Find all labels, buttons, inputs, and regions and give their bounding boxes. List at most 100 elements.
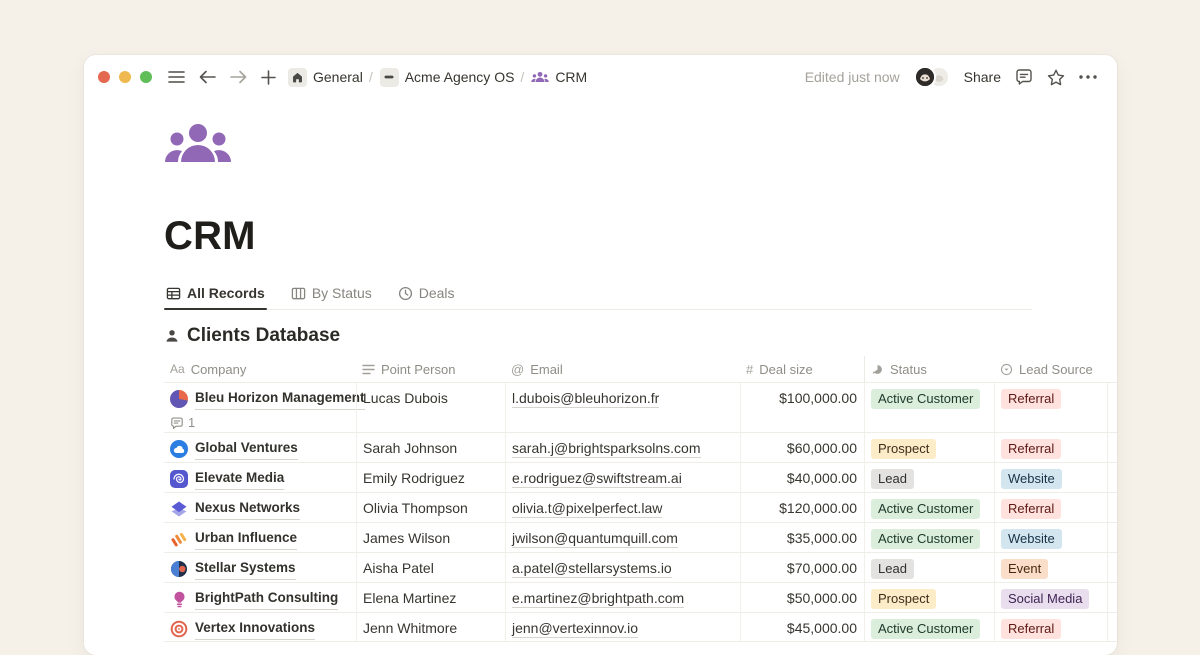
point-person-cell[interactable]: Lucas Dubois (356, 383, 505, 432)
breadcrumb-crm[interactable]: CRM (531, 69, 587, 85)
status-cell[interactable]: Active Customer (864, 383, 994, 432)
column-header-status[interactable]: Status (864, 356, 994, 382)
company-link[interactable]: Elevate Media (195, 468, 284, 490)
point-person-cell[interactable]: Jenn Whitmore (356, 613, 505, 641)
back-arrow-icon[interactable] (199, 70, 216, 84)
email-cell[interactable]: sarah.j@brightsparksolns.com (505, 433, 740, 462)
deal-size-cell[interactable]: $40,000.00 (740, 463, 864, 492)
email-cell[interactable]: e.martinez@brightpath.com (505, 583, 740, 612)
lead-source-badge[interactable]: Referral (1001, 439, 1061, 459)
tab-by-status[interactable]: By Status (289, 281, 374, 309)
email-cell[interactable]: jenn@vertexinnov.io (505, 613, 740, 641)
new-page-plus-icon[interactable] (261, 70, 276, 85)
lead-source-badge[interactable]: Website (1001, 469, 1062, 489)
sidebar-menu-icon[interactable] (168, 70, 185, 84)
lead-source-badge[interactable]: Social Media (1001, 589, 1089, 609)
deal-size-cell[interactable]: $120,000.00 (740, 493, 864, 522)
deal-size-cell[interactable]: $50,000.00 (740, 583, 864, 612)
status-cell[interactable]: Lead (864, 553, 994, 582)
email-link[interactable]: jwilson@quantumquill.com (512, 530, 678, 548)
more-options-icon[interactable] (1079, 75, 1097, 79)
column-header-lead-source[interactable]: Lead Source (994, 356, 1108, 382)
status-badge[interactable]: Lead (871, 469, 914, 489)
company-cell[interactable]: Nexus Networks (164, 493, 356, 522)
breadcrumb-workspace[interactable]: Acme Agency OS / (380, 68, 525, 87)
close-window-button[interactable] (98, 71, 110, 83)
email-link[interactable]: jenn@vertexinnov.io (512, 620, 638, 638)
maximize-window-button[interactable] (140, 71, 152, 83)
deal-size-cell[interactable]: $60,000.00 (740, 433, 864, 462)
table-row[interactable]: Nexus Networks Olivia Thompson olivia.t@pi… (164, 492, 1117, 522)
lead-source-cell[interactable]: Social Media (994, 583, 1108, 612)
email-cell[interactable]: a.patel@stellarsystems.io (505, 553, 740, 582)
point-person-cell[interactable]: Olivia Thompson (356, 493, 505, 522)
lead-source-cell[interactable]: Website (994, 523, 1108, 552)
status-cell[interactable]: Prospect (864, 583, 994, 612)
company-link[interactable]: Urban Influence (195, 528, 297, 550)
point-person-cell[interactable]: Emily Rodriguez (356, 463, 505, 492)
company-link[interactable]: Stellar Systems (195, 558, 296, 580)
point-person-cell[interactable]: Sarah Johnson (356, 433, 505, 462)
status-badge[interactable]: Prospect (871, 589, 936, 609)
minimize-window-button[interactable] (119, 71, 131, 83)
comment-count[interactable]: 1 (170, 413, 348, 433)
lead-source-cell[interactable]: Website (994, 463, 1108, 492)
point-person-cell[interactable]: Elena Martinez (356, 583, 505, 612)
table-row[interactable]: Global Ventures Sarah Johnsonsarah.j@brig… (164, 432, 1117, 462)
email-link[interactable]: l.dubois@bleuhorizon.fr (512, 390, 659, 408)
company-cell[interactable]: Global Ventures (164, 433, 356, 462)
lead-source-badge[interactable]: Event (1001, 559, 1048, 579)
lead-source-badge[interactable]: Website (1001, 529, 1062, 549)
column-header-deal-size[interactable]: # Deal size (740, 356, 864, 382)
tab-all-records[interactable]: All Records (164, 281, 267, 309)
company-cell[interactable]: BrightPath Consulting (164, 583, 356, 612)
column-header-email[interactable]: @ Email (505, 356, 740, 382)
avatar[interactable] (914, 66, 936, 88)
status-badge[interactable]: Active Customer (871, 499, 980, 519)
status-badge[interactable]: Lead (871, 559, 914, 579)
email-link[interactable]: e.martinez@brightpath.com (512, 590, 684, 608)
lead-source-cell[interactable]: Referral (994, 383, 1108, 432)
email-cell[interactable]: olivia.t@pixelperfect.law (505, 493, 740, 522)
lead-source-cell[interactable]: Referral (994, 613, 1108, 641)
company-cell[interactable]: Stellar Systems (164, 553, 356, 582)
status-badge[interactable]: Active Customer (871, 529, 980, 549)
company-link[interactable]: BrightPath Consulting (195, 588, 338, 610)
email-cell[interactable]: jwilson@quantumquill.com (505, 523, 740, 552)
lead-source-cell[interactable]: Referral (994, 433, 1108, 462)
status-badge[interactable]: Prospect (871, 439, 936, 459)
comments-icon[interactable] (1015, 69, 1033, 86)
page-people-icon[interactable] (164, 122, 232, 168)
table-row[interactable]: Urban Influence James Wilson jwilson@quant… (164, 522, 1117, 552)
table-row[interactable]: BrightPath Consulting Elena Martinez e.mar… (164, 582, 1117, 612)
company-link[interactable]: Global Ventures (195, 438, 298, 460)
email-link[interactable]: a.patel@stellarsystems.io (512, 560, 672, 578)
company-link[interactable]: Nexus Networks (195, 498, 300, 520)
company-cell[interactable]: Urban Influence (164, 523, 356, 552)
status-cell[interactable]: Active Customer (864, 523, 994, 552)
company-cell[interactable]: Vertex Innovations (164, 613, 356, 641)
point-person-cell[interactable]: James Wilson (356, 523, 505, 552)
status-cell[interactable]: Active Customer (864, 613, 994, 641)
lead-source-badge[interactable]: Referral (1001, 499, 1061, 519)
status-cell[interactable]: Lead (864, 463, 994, 492)
company-cell[interactable]: Elevate Media (164, 463, 356, 492)
table-row[interactable]: Elevate Media Emily Rodrigueze.rodriguez@… (164, 462, 1117, 492)
deal-size-cell[interactable]: $35,000.00 (740, 523, 864, 552)
table-row[interactable]: Stellar SystemsAisha Patela.patel@stella… (164, 552, 1117, 582)
email-cell[interactable]: l.dubois@bleuhorizon.fr (505, 383, 740, 432)
column-header-company[interactable]: Aa Company (164, 356, 356, 382)
lead-source-cell[interactable]: Event (994, 553, 1108, 582)
status-cell[interactable]: Active Customer (864, 493, 994, 522)
forward-arrow-icon[interactable] (230, 70, 247, 84)
company-link[interactable]: Vertex Innovations (195, 618, 315, 640)
company-link[interactable]: Bleu Horizon Management (195, 388, 365, 410)
column-header-point-person[interactable]: Point Person (356, 356, 505, 382)
deal-size-cell[interactable]: $45,000.00 (740, 613, 864, 641)
favorite-star-icon[interactable] (1047, 69, 1065, 86)
company-cell[interactable]: Bleu Horizon Management1 (164, 383, 356, 432)
email-cell[interactable]: e.rodriguez@swiftstream.ai (505, 463, 740, 492)
status-cell[interactable]: Prospect (864, 433, 994, 462)
email-link[interactable]: olivia.t@pixelperfect.law (512, 500, 662, 518)
status-badge[interactable]: Active Customer (871, 619, 980, 639)
